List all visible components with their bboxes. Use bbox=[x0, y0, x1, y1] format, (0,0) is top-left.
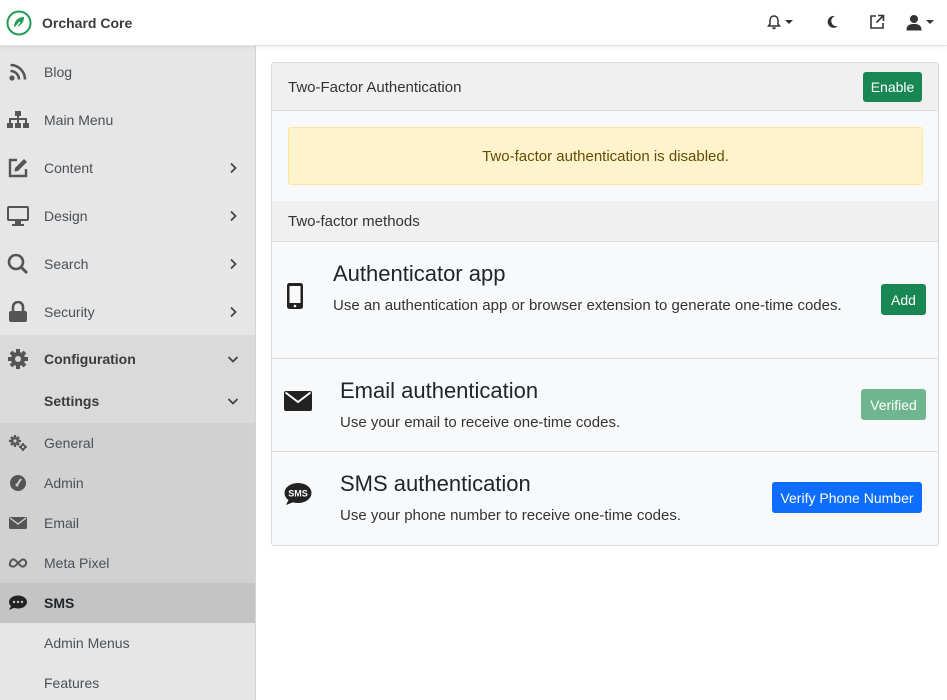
add-authenticator-button[interactable]: Add bbox=[881, 284, 926, 315]
chevron-right-icon bbox=[230, 210, 237, 222]
orchard-logo-icon bbox=[6, 10, 32, 36]
caret-down-icon bbox=[926, 20, 934, 24]
verify-phone-number-button[interactable]: Verify Phone Number bbox=[772, 482, 922, 513]
rss-icon bbox=[6, 60, 30, 84]
method-sms-authentication: SMS SMS authentication Use your phone nu… bbox=[272, 452, 938, 545]
chevron-down-icon bbox=[227, 356, 239, 363]
sidebar-item-configuration[interactable]: Configuration bbox=[0, 335, 255, 383]
sidebar-item-label: Configuration bbox=[44, 351, 136, 367]
sms-icon bbox=[8, 593, 28, 613]
sidebar-item-label: Admin bbox=[44, 475, 84, 491]
user-menu-button[interactable] bbox=[903, 11, 937, 33]
brand-name: Orchard Core bbox=[42, 15, 133, 31]
method-title: SMS authentication bbox=[340, 471, 531, 496]
sidebar-item-label: Meta Pixel bbox=[44, 555, 110, 571]
sidebar-item-label: Security bbox=[44, 304, 95, 320]
card-title: Two-Factor Authentication bbox=[288, 79, 462, 96]
method-description: Use your phone number to receive one-tim… bbox=[340, 507, 682, 524]
sidebar-item-content[interactable]: Content bbox=[0, 144, 255, 192]
lock-icon bbox=[6, 300, 30, 324]
sms-icon: SMS bbox=[284, 480, 312, 508]
sidebar-item-label: Settings bbox=[44, 393, 100, 409]
envelope-icon bbox=[8, 513, 28, 533]
two-factor-card: Two-Factor Authentication Enable Two-fac… bbox=[271, 62, 939, 546]
sidebar-item-blog[interactable]: Blog bbox=[0, 48, 255, 96]
sidebar-item-sms[interactable]: SMS bbox=[0, 583, 255, 623]
sidebar-item-settings[interactable]: Settings bbox=[0, 379, 255, 423]
gear-icon bbox=[6, 347, 30, 371]
meta-icon bbox=[8, 553, 28, 573]
sidebar-item-label: Blog bbox=[44, 64, 73, 80]
sidebar-item-search[interactable]: Search bbox=[0, 240, 255, 288]
sidebar-item-admin[interactable]: Admin bbox=[0, 463, 255, 503]
search-icon bbox=[6, 252, 30, 276]
chevron-down-icon bbox=[227, 398, 239, 405]
top-navbar: Orchard Core bbox=[0, 0, 947, 46]
method-authenticator-app: Authenticator app Use an authentication … bbox=[272, 242, 938, 359]
visit-site-button[interactable] bbox=[867, 11, 887, 33]
sidebar-item-design[interactable]: Design bbox=[0, 192, 255, 240]
gauge-icon bbox=[8, 473, 28, 493]
methods-section-header: Two-factor methods bbox=[272, 201, 938, 242]
brand-link[interactable]: Orchard Core bbox=[6, 9, 132, 37]
sidebar-item-label: Search bbox=[44, 256, 89, 272]
edit-icon bbox=[6, 156, 30, 180]
mobile-icon bbox=[281, 282, 309, 310]
gears-icon bbox=[8, 433, 28, 453]
method-title: Authenticator app bbox=[333, 261, 506, 286]
method-description: Use an authentication app or browser ext… bbox=[333, 297, 842, 314]
chevron-right-icon bbox=[230, 258, 237, 270]
enable-button[interactable]: Enable bbox=[863, 72, 922, 102]
notifications-button[interactable] bbox=[764, 11, 796, 33]
bell-icon bbox=[767, 14, 781, 29]
sidebar-item-label: Main Menu bbox=[44, 112, 114, 128]
sidebar-item-label: Content bbox=[44, 160, 94, 176]
sidebar-item-label: Email bbox=[44, 515, 80, 531]
sidebar-item-main-menu[interactable]: Main Menu bbox=[0, 96, 255, 144]
method-description: Use your email to receive one-time codes… bbox=[340, 414, 621, 431]
admin-sidebar: Blog Main Menu Content Design Search Sec… bbox=[0, 46, 256, 700]
methods-title: Two-factor methods bbox=[288, 213, 420, 230]
method-title: Email authentication bbox=[340, 378, 539, 403]
verified-button[interactable]: Verified bbox=[861, 389, 926, 420]
moon-icon bbox=[827, 15, 838, 28]
sidebar-item-label: SMS bbox=[44, 595, 75, 611]
sidebar-item-meta-pixel[interactable]: Meta Pixel bbox=[0, 543, 255, 583]
external-link-icon bbox=[870, 14, 885, 29]
sitemap-icon bbox=[6, 108, 30, 132]
sidebar-item-label: General bbox=[44, 435, 94, 451]
sidebar-item-general[interactable]: General bbox=[0, 423, 255, 463]
chevron-right-icon bbox=[230, 306, 237, 318]
envelope-icon bbox=[284, 387, 312, 415]
monitor-icon bbox=[6, 204, 30, 228]
sidebar-item-admin-menus[interactable]: Admin Menus bbox=[0, 623, 255, 663]
chevron-right-icon bbox=[230, 162, 237, 174]
sidebar-item-label: Features bbox=[44, 675, 100, 691]
svg-text:SMS: SMS bbox=[288, 489, 308, 499]
sidebar-item-features[interactable]: Features bbox=[0, 663, 255, 700]
caret-down-icon bbox=[785, 20, 793, 24]
user-icon bbox=[906, 14, 922, 30]
sidebar-item-label: Design bbox=[44, 208, 88, 224]
sidebar-item-label: Admin Menus bbox=[44, 635, 130, 651]
sidebar-item-security[interactable]: Security bbox=[0, 288, 255, 336]
disabled-alert: Two-factor authentication is disabled. bbox=[288, 127, 923, 185]
theme-toggle-button[interactable] bbox=[823, 11, 841, 33]
settings-submenu: General Admin Email Meta Pixel SMS bbox=[0, 423, 255, 623]
sidebar-item-email[interactable]: Email bbox=[0, 503, 255, 543]
card-header: Two-Factor Authentication Enable bbox=[272, 63, 938, 111]
method-email-authentication: Email authentication Use your email to r… bbox=[272, 359, 938, 452]
